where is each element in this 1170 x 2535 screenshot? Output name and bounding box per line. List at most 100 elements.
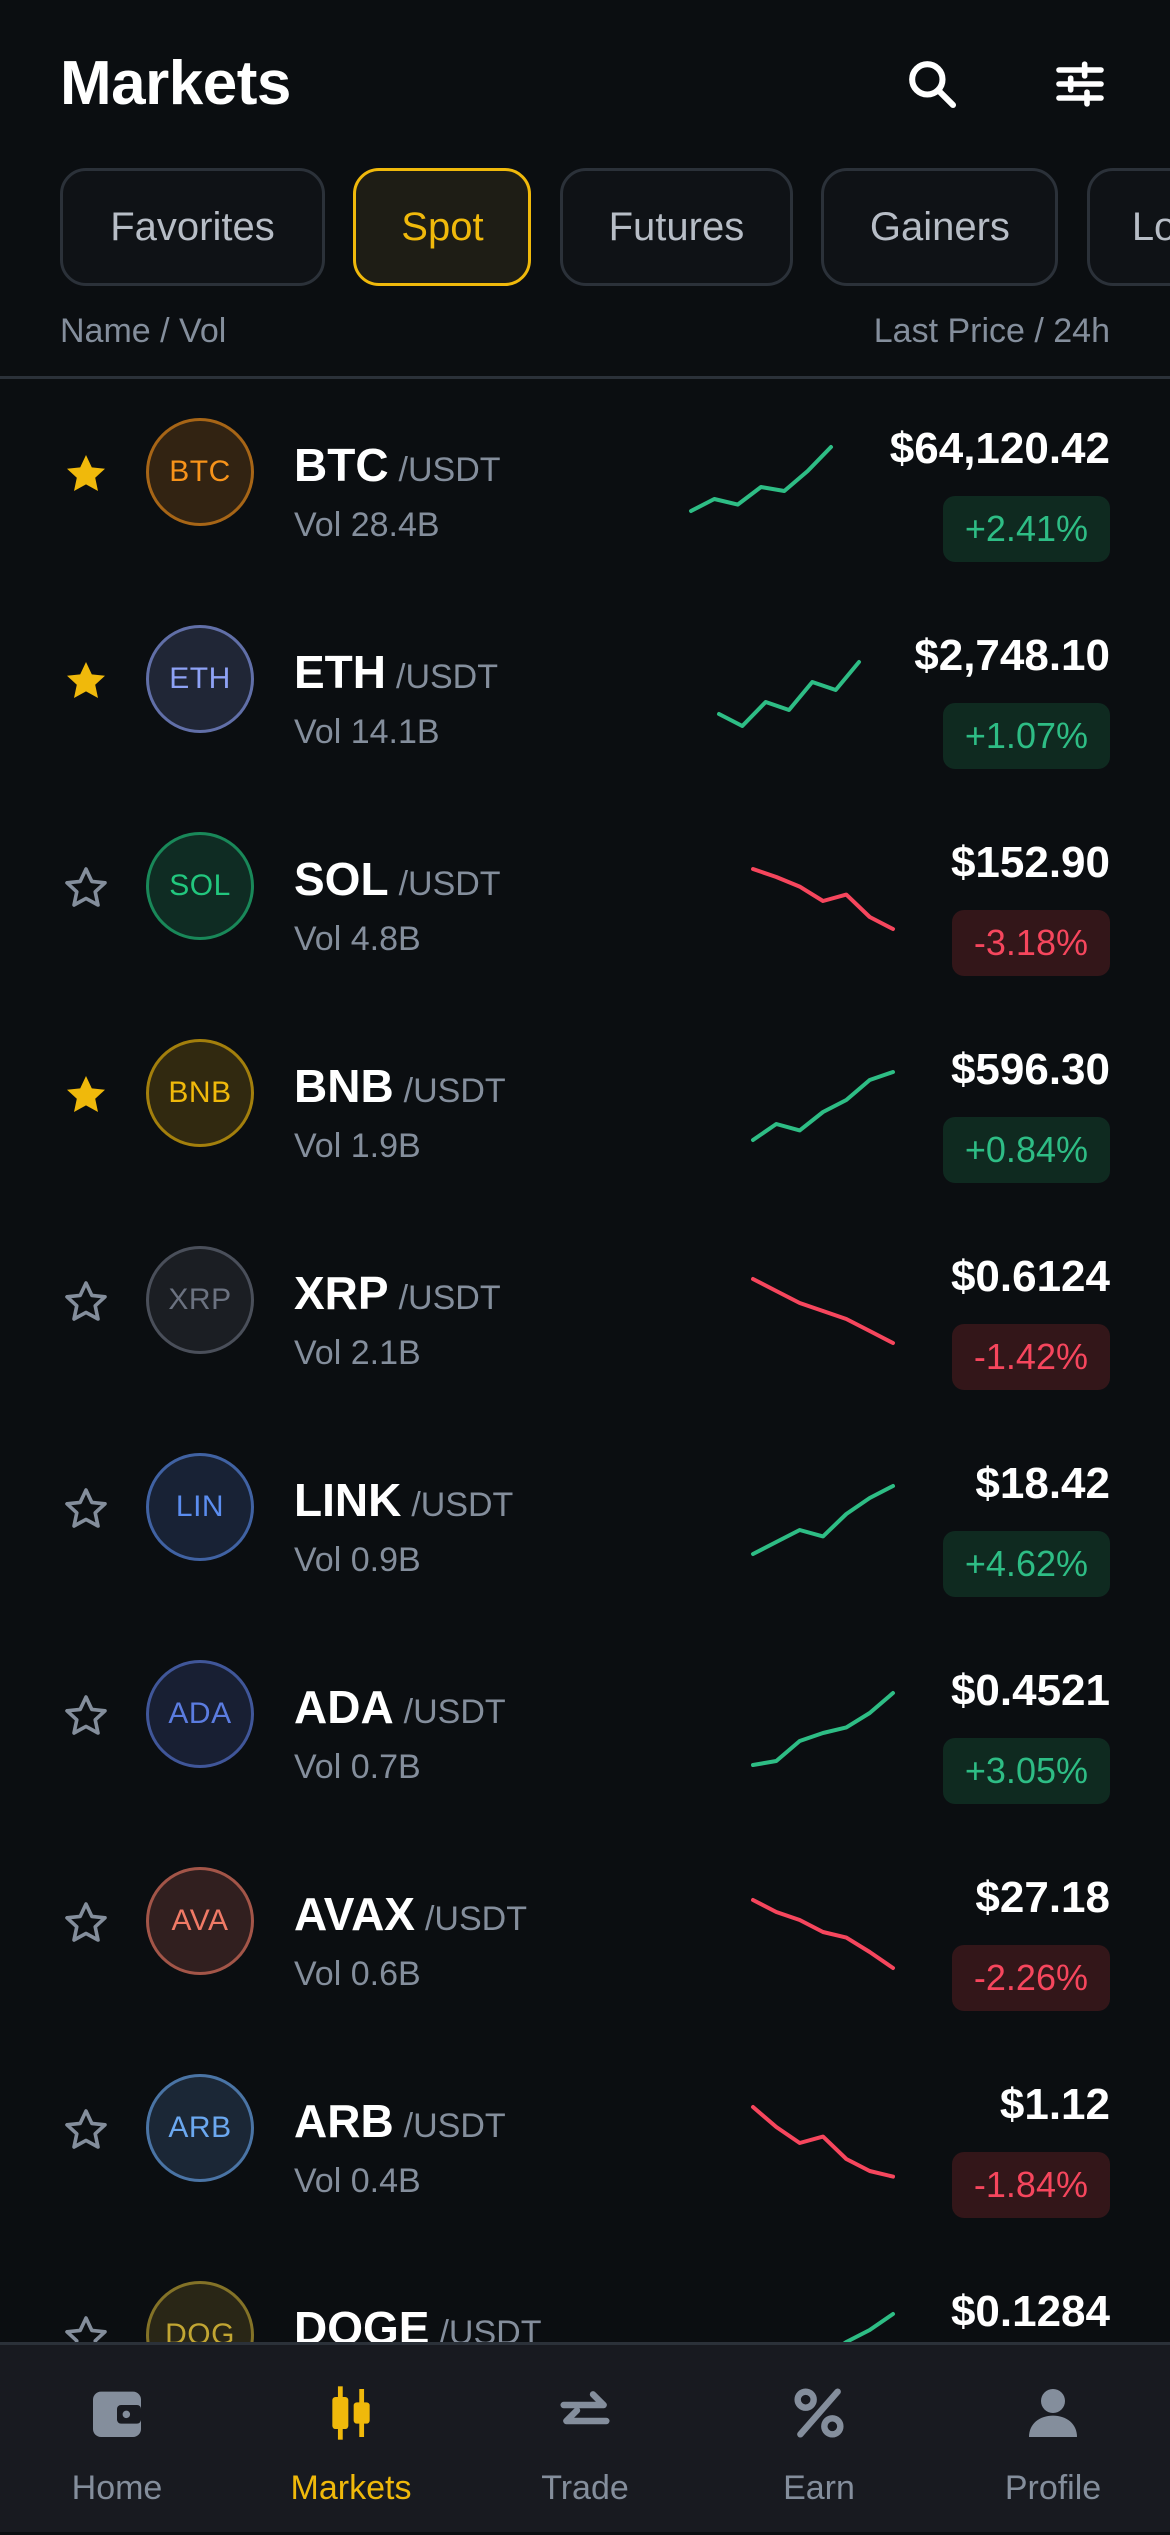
quote-pair: /USDT (398, 865, 501, 903)
volume-text: Vol 4.8B (294, 920, 421, 958)
percent-icon (787, 2381, 851, 2445)
tab-losers[interactable]: Losers (1086, 168, 1170, 286)
header: Markets (0, 0, 1170, 160)
volume-text: Vol 28.4B (294, 506, 440, 544)
coin-symbol: BTC/USDT (294, 438, 501, 492)
change-badge[interactable]: +4.62% (942, 1531, 1110, 1597)
star-outline-icon[interactable] (62, 1899, 110, 1947)
star-outline-icon[interactable] (62, 1485, 110, 1533)
volume-text: Vol 0.7B (294, 1748, 421, 1786)
last-price: $596.30 (950, 1045, 1110, 1094)
sparkline-chart (751, 1898, 895, 1970)
last-price: $0.6124 (950, 1252, 1110, 1301)
market-row-bnb[interactable]: BNB BNB/USDT Vol 1.9B $596.30 +0.84% (0, 1001, 1170, 1208)
market-row-ada[interactable]: ADA ADA/USDT Vol 0.7B $0.4521 +3.05% (0, 1622, 1170, 1829)
coin-symbol: DOGE/USDT (294, 2301, 541, 2342)
last-price: $0.1284 (950, 2287, 1110, 2336)
nav-earn[interactable]: Earn (702, 2345, 936, 2535)
star-outline-icon[interactable] (62, 1692, 110, 1740)
change-badge[interactable]: -3.18% (951, 910, 1110, 976)
sparkline-chart (751, 1070, 895, 1142)
change-badge[interactable]: +0.84% (942, 1117, 1110, 1183)
tab-spot[interactable]: Spot (353, 168, 532, 286)
swap-arrows-icon (553, 2381, 617, 2445)
quote-pair: /USDT (398, 451, 501, 489)
sparkline-chart (751, 1691, 895, 1767)
sparkline-path (717, 660, 861, 728)
nav-label-trade: Trade (541, 2469, 629, 2507)
symbol-text: LINK (294, 1474, 402, 1526)
change-badge[interactable]: +2.41% (942, 496, 1110, 562)
sparkline-path (751, 1277, 895, 1345)
market-row-xrp[interactable]: XRP XRP/USDT Vol 2.1B $0.6124 -1.42% (0, 1208, 1170, 1415)
search-icon[interactable] (900, 52, 964, 116)
sparkline-chart (689, 445, 833, 513)
star-filled-icon[interactable] (62, 657, 110, 705)
tab-futures[interactable]: Futures (559, 168, 793, 286)
quote-pair: /USDT (439, 2314, 542, 2342)
star-filled-icon[interactable] (62, 450, 110, 498)
last-price: $2,748.10 (914, 631, 1110, 680)
market-row-sol[interactable]: SOL SOL/USDT Vol 4.8B $152.90 -3.18% (0, 794, 1170, 1001)
sparkline-path (751, 1070, 895, 1142)
last-price: $0.4521 (950, 1666, 1110, 1715)
coin-symbol: SOL/USDT (294, 852, 501, 906)
change-badge[interactable]: +3.05% (942, 1738, 1110, 1804)
quote-pair: /USDT (403, 2107, 506, 2145)
quote-pair: /USDT (403, 1072, 506, 1110)
tab-gainers[interactable]: Gainers (821, 168, 1059, 286)
quote-pair: /USDT (411, 1486, 514, 1524)
market-tabs: Favorites Spot Futures Gainers Losers (60, 168, 1170, 286)
coin-symbol: ETH/USDT (294, 645, 498, 699)
change-badge[interactable]: +1.07% (942, 703, 1110, 769)
sparkline-chart (751, 1277, 895, 1345)
star-outline-icon[interactable] (62, 2106, 110, 2154)
nav-trade[interactable]: Trade (468, 2345, 702, 2535)
nav-markets[interactable]: Markets (234, 2345, 468, 2535)
nav-profile[interactable]: Profile (936, 2345, 1170, 2535)
star-outline-icon[interactable] (62, 864, 110, 912)
page-title: Markets (60, 49, 291, 118)
column-header-name-vol[interactable]: Name / Vol (60, 312, 226, 351)
sparkline-chart (751, 867, 895, 931)
symbol-text: BTC (294, 439, 389, 491)
quote-pair: /USDT (396, 658, 498, 696)
symbol-text: ADA (294, 1681, 394, 1733)
filter-sliders-icon[interactable] (1048, 52, 1112, 116)
change-badge[interactable]: -2.26% (951, 1945, 1110, 2011)
sparkline-path (751, 1898, 895, 1970)
nav-label-earn: Earn (783, 2469, 855, 2507)
nav-home[interactable]: Home (0, 2345, 234, 2535)
coin-logo: BNB (146, 1039, 254, 1147)
coin-symbol: ADA/USDT (294, 1680, 506, 1734)
volume-text: Vol 14.1B (294, 713, 440, 751)
sparkline-chart (751, 2105, 895, 2179)
wallet-icon (85, 2381, 149, 2445)
market-row-doge[interactable]: DOGDOGE/USDTVol 0.3B$0.1284+1.12% (0, 2243, 1170, 2342)
tab-favorites[interactable]: Favorites (60, 168, 325, 286)
bottom-nav: Home Markets Trade Earn Profile (0, 2342, 1170, 2532)
change-badge[interactable]: -1.84% (951, 2152, 1110, 2218)
column-header-price-change[interactable]: Last Price / 24h (874, 312, 1110, 351)
coin-logo: SOL (146, 832, 254, 940)
quote-pair: /USDT (398, 1279, 501, 1317)
coin-logo: XRP (146, 1246, 254, 1354)
nav-label-profile: Profile (1004, 2469, 1102, 2507)
star-outline-icon[interactable] (62, 1278, 110, 1326)
change-badge[interactable]: -1.42% (951, 1324, 1110, 1390)
market-row-arb[interactable]: ARB ARB/USDT Vol 0.4B $1.12 -1.84% (0, 2036, 1170, 2243)
sparkline-path (842, 2312, 895, 2342)
market-row-eth[interactable]: ETH ETH/USDT Vol 14.1B $2,748.10 +1.07% (0, 587, 1170, 794)
market-row-avax[interactable]: AVA AVAX/USDT Vol 0.6B $27.18 -2.26% (0, 1829, 1170, 2036)
coin-logo: ADA (146, 1660, 254, 1768)
last-price: $152.90 (950, 838, 1110, 887)
quote-pair: /USDT (424, 1900, 527, 1938)
sparkline-path (751, 2105, 895, 2179)
star-outline-icon[interactable] (62, 2313, 110, 2342)
market-row-btc[interactable]: BTC BTC/USDT Vol 28.4B $64,120.42 +2.41% (0, 380, 1170, 587)
market-row-link[interactable]: LIN LINK/USDT Vol 0.9B $18.42 +4.62% (0, 1415, 1170, 1622)
star-filled-icon[interactable] (62, 1071, 110, 1119)
symbol-text: BNB (294, 1060, 394, 1112)
volume-text: Vol 0.9B (294, 1541, 421, 1579)
volume-text: Vol 1.9B (294, 1127, 421, 1165)
